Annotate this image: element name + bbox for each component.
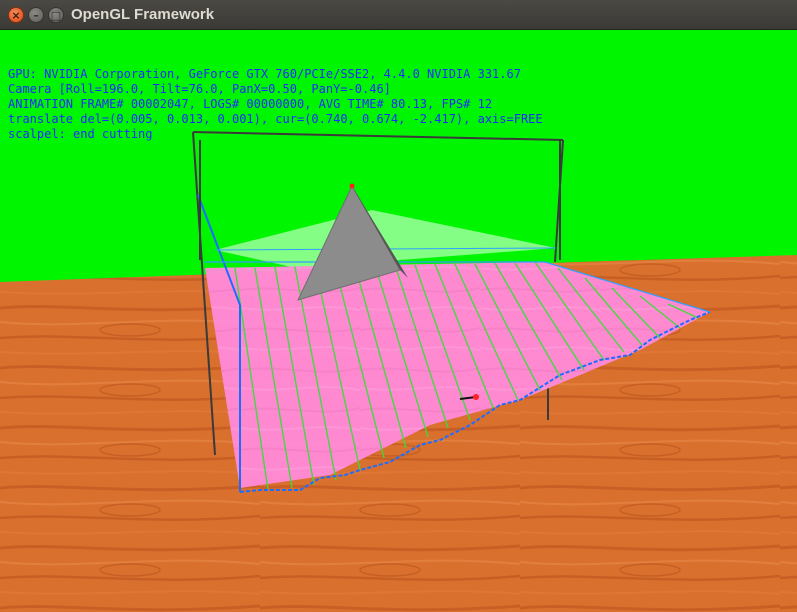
window-maximize-button[interactable]: □ [48,7,64,23]
opengl-viewport[interactable]: GPU: NVIDIA Corporation, GeForce GTX 760… [0,30,797,612]
hud-camera-info: Camera [Roll=196.0, Tilt=76.0, PanX=0.50… [8,82,391,96]
hud-gpu-info: GPU: NVIDIA Corporation, GeForce GTX 760… [8,67,521,81]
hud-animation-info: ANIMATION FRAME# 00002047, LOGS# 0000000… [8,97,493,111]
window-close-button[interactable]: × [8,7,24,23]
hud-translate-info: translate del=(0.005, 0.013, 0.001), cur… [8,112,543,126]
hud-status-line: scalpel: end cutting [8,127,153,141]
hud-overlay: GPU: NVIDIA Corporation, GeForce GTX 760… [8,67,543,142]
window-minimize-button[interactable]: – [28,7,44,23]
window-title: OpenGL Framework [71,6,215,23]
window-titlebar: × – □ OpenGL Framework [0,0,797,30]
